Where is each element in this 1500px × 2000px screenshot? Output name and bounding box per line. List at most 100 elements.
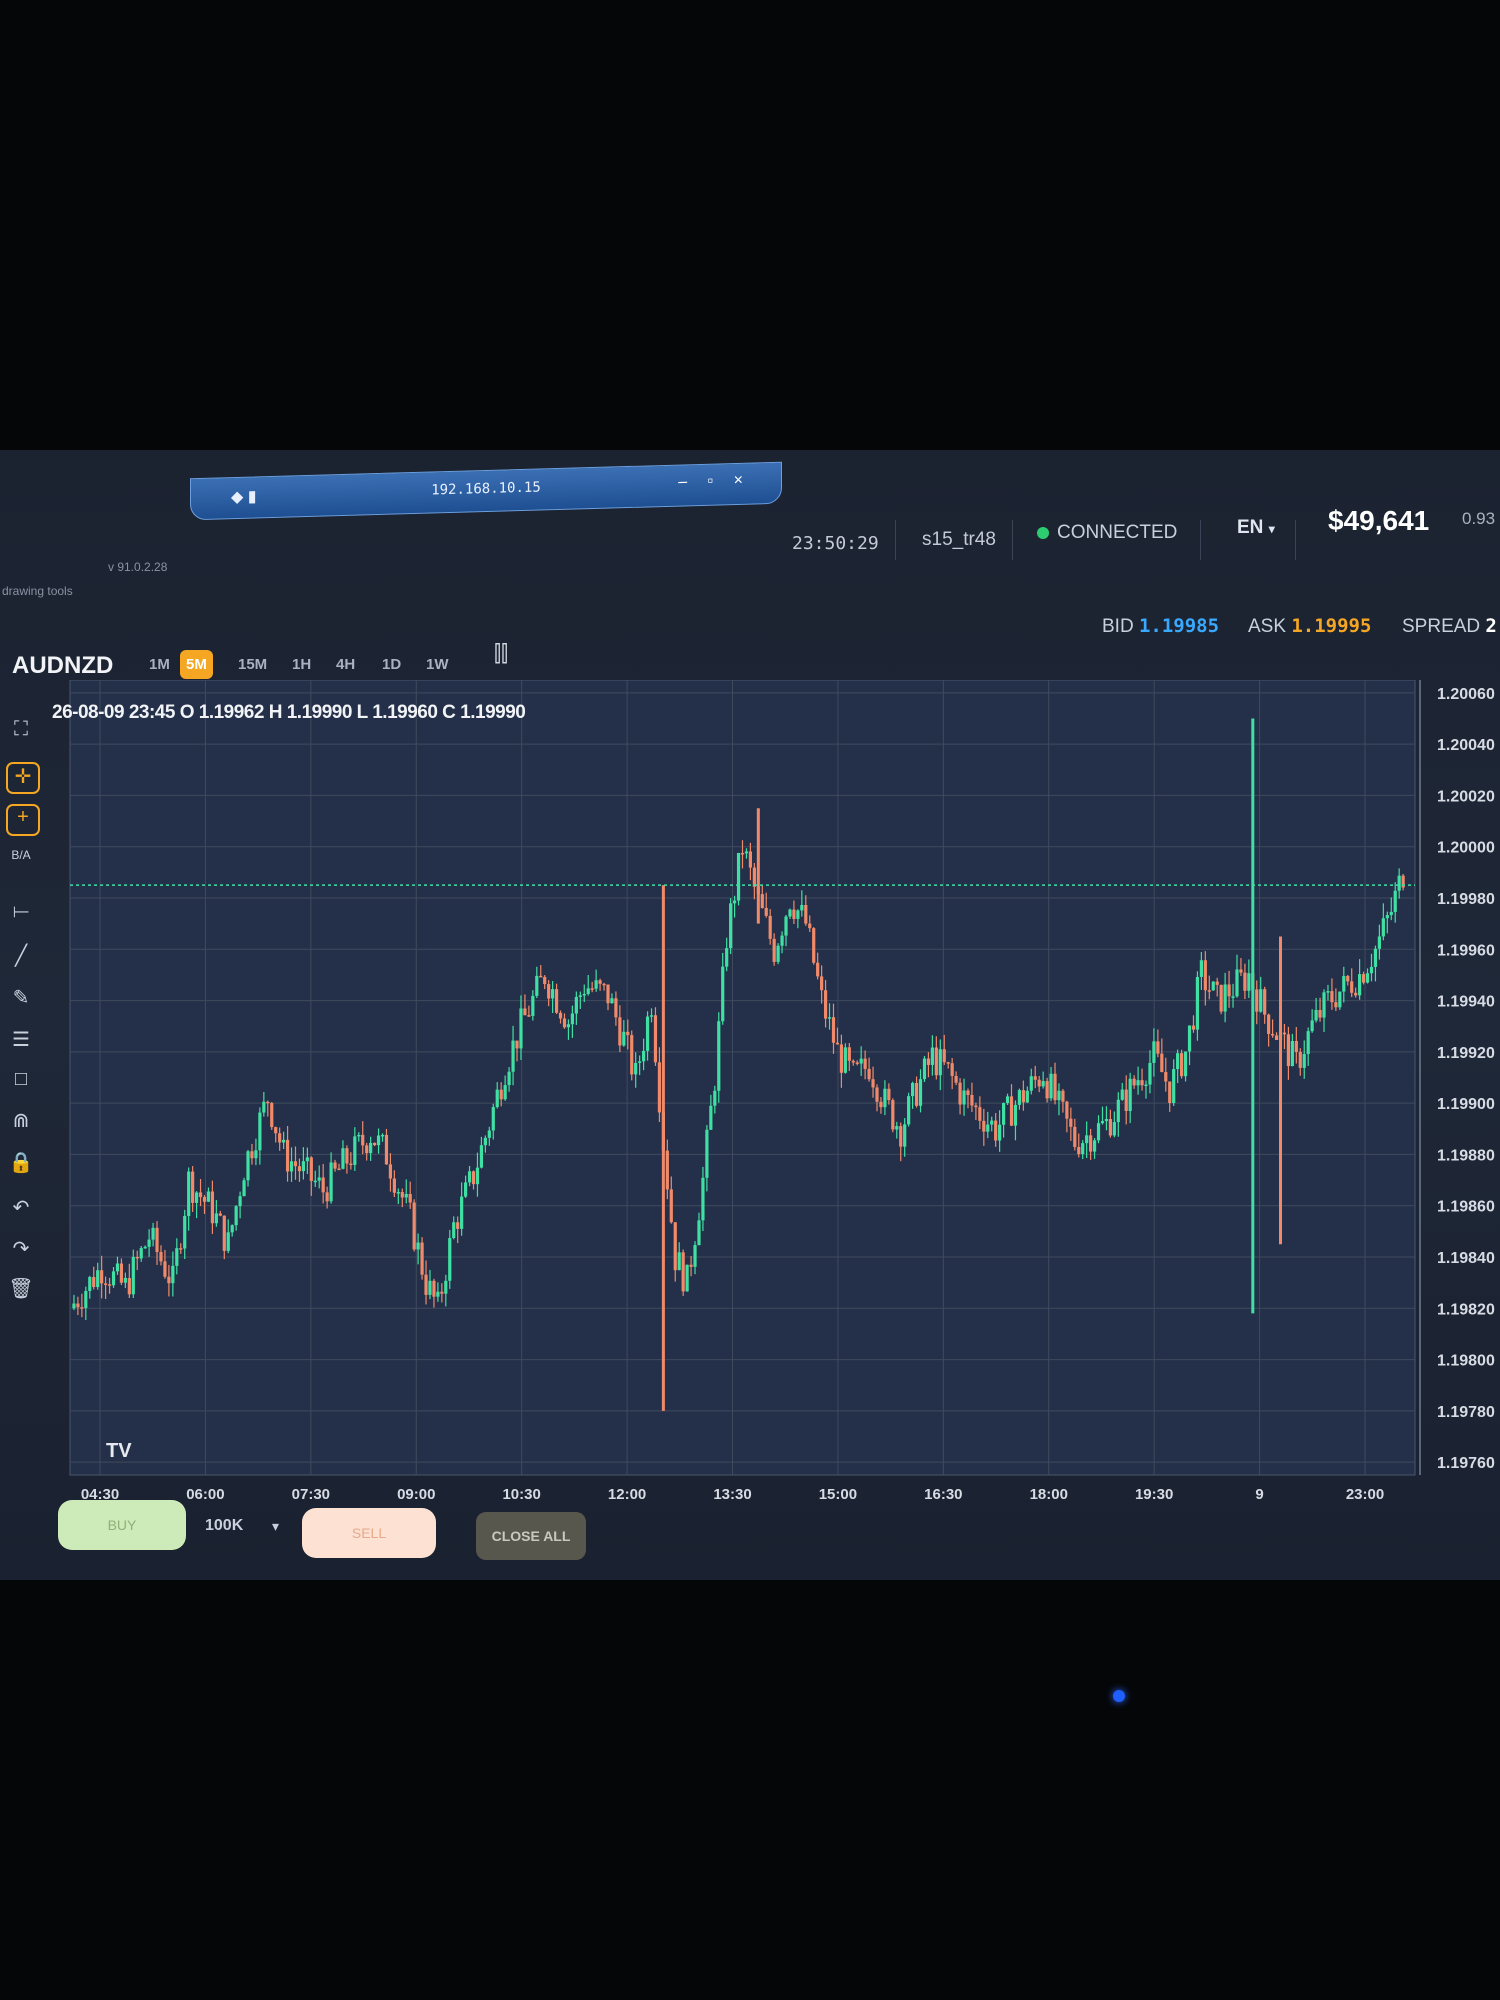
candle (748, 851, 753, 868)
candle (1112, 1122, 1116, 1136)
redo-icon[interactable]: ↷ (6, 1236, 36, 1264)
close-all-button[interactable]: CLOSE ALL (476, 1512, 586, 1560)
spread-quote: SPREAD 2 (1402, 615, 1497, 638)
candle (376, 1135, 381, 1146)
candle (744, 851, 749, 854)
candle (891, 1100, 895, 1130)
candle (1286, 1034, 1291, 1067)
candle (934, 1047, 938, 1076)
timeframe-1h[interactable]: 1H (286, 650, 317, 679)
candle (626, 1031, 630, 1036)
add-indicator-icon[interactable]: + (6, 804, 40, 836)
y-tick-label: 1.19840 (1437, 1250, 1495, 1267)
candle (1223, 984, 1227, 1012)
x-tick-label: 16:30 (924, 1486, 962, 1503)
candle (1294, 1040, 1298, 1052)
candle (594, 980, 598, 989)
timeframe-5m[interactable]: 5M (180, 650, 213, 679)
candle (851, 1060, 855, 1063)
candle (1195, 976, 1200, 1030)
candle (788, 909, 792, 917)
candle (610, 998, 614, 1004)
y-tick-label: 1.20060 (1437, 686, 1495, 703)
candle (1168, 1081, 1172, 1104)
rectangle-icon[interactable]: □ (6, 1068, 36, 1096)
candle (1120, 1089, 1124, 1100)
candle (606, 984, 610, 1004)
timeframe-1d[interactable]: 1D (376, 650, 407, 679)
candle (1077, 1146, 1081, 1155)
trend-line-icon[interactable]: ╱ (6, 943, 36, 971)
candle (994, 1120, 998, 1141)
candle (333, 1162, 337, 1169)
buy-button[interactable]: BUY (58, 1500, 186, 1550)
spread-value: 2 (1485, 615, 1497, 637)
undo-icon[interactable]: ↶ (6, 1195, 36, 1223)
lock-icon[interactable]: 🔒 (6, 1150, 36, 1178)
ohlc-readout: 26-08-09 23:45 O 1.19962 H 1.19990 L 1.1… (52, 702, 526, 723)
horizontal-line-icon[interactable]: ⟝ (6, 900, 36, 928)
price-chart[interactable]: 1.20060 1.20040 1.20020 1.20000 1.19980 1.199… (40, 680, 1500, 1530)
candle (1160, 1053, 1164, 1073)
candle (879, 1101, 883, 1108)
ba-toggle[interactable]: B/A (6, 848, 36, 876)
connected-dot-icon (1037, 526, 1049, 539)
candle (503, 1085, 507, 1100)
candle (554, 989, 559, 1013)
candle (1199, 960, 1203, 977)
candle (911, 1082, 915, 1097)
connection-label: CONNECTED (1057, 522, 1178, 543)
timeframe-1w[interactable]: 1W (420, 650, 455, 679)
candle (111, 1271, 116, 1286)
candle (1239, 969, 1243, 973)
chevron-down-icon[interactable]: ▾ (272, 1518, 279, 1535)
trash-icon[interactable]: 🗑 (6, 1276, 36, 1304)
candle (179, 1248, 183, 1250)
timeframe-1m[interactable]: 1M (143, 650, 176, 679)
candle (772, 938, 776, 962)
fibonacci-icon[interactable]: ☰ (6, 1027, 36, 1055)
window-controls[interactable]: – ▫ × (678, 472, 751, 492)
candle (665, 1150, 669, 1190)
candle (776, 945, 780, 962)
y-tick-label: 1.19760 (1437, 1455, 1495, 1472)
chevron-down-icon: ▾ (1268, 522, 1275, 536)
candle (1314, 1009, 1318, 1021)
magnet-icon[interactable]: ⋒ (6, 1108, 36, 1136)
candle (1373, 948, 1378, 967)
candlestick-chart-type-icon[interactable]: ⫿⫿ (494, 641, 508, 667)
candle (1330, 991, 1334, 1003)
candle (467, 1171, 472, 1183)
pencil-icon[interactable]: ✎ (6, 985, 36, 1013)
timeframe-4h[interactable]: 4H (330, 650, 361, 679)
divider (1200, 520, 1201, 560)
candle (1274, 1035, 1279, 1040)
candle (713, 1090, 717, 1106)
candle (574, 996, 578, 1014)
crosshair-icon[interactable]: ✛ (6, 762, 40, 794)
plot-area[interactable] (69, 680, 1416, 1476)
candle (816, 962, 820, 977)
bid-quote: BID 1.19985 (1102, 615, 1219, 638)
candle (266, 1101, 270, 1104)
candle (974, 1105, 978, 1108)
quantity-select[interactable]: 100K (205, 1517, 243, 1535)
candle (278, 1133, 282, 1143)
candle (1045, 1081, 1049, 1099)
timeframe-15m[interactable]: 15M (232, 650, 273, 679)
candle (582, 993, 586, 996)
candle (420, 1242, 424, 1275)
candle (396, 1192, 400, 1194)
symbol-name[interactable]: AUDNZD (12, 652, 113, 680)
candle (1148, 1062, 1152, 1085)
fullscreen-icon[interactable]: ⛶ (6, 718, 36, 746)
x-tick-label: 12:00 (608, 1486, 646, 1503)
candle (369, 1142, 373, 1154)
candle (918, 1079, 923, 1106)
language-select[interactable]: EN ▾ (1237, 517, 1275, 539)
candle (123, 1277, 127, 1283)
candle (96, 1270, 100, 1288)
sell-button[interactable]: SELL (302, 1508, 436, 1558)
candle (412, 1202, 416, 1250)
candle (262, 1101, 266, 1113)
